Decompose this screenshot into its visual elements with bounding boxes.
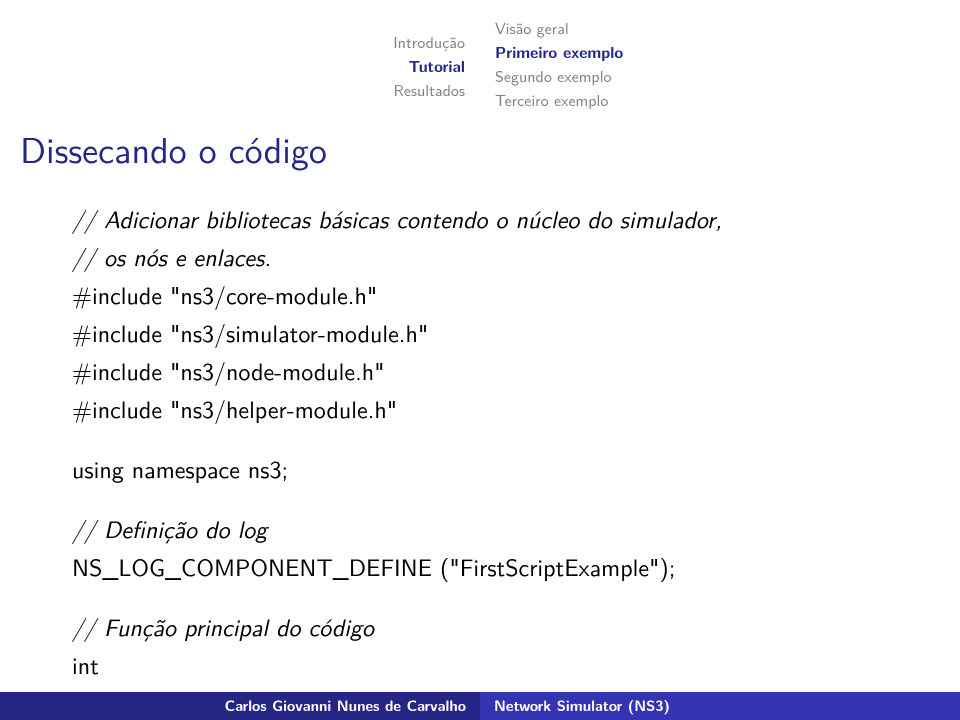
code-line: #include "ns3/helper-module.h" — [72, 390, 920, 428]
code-spacer — [72, 586, 920, 608]
code-line: using namespace ns3; — [72, 450, 920, 488]
code-line: // os nós e enlaces. — [72, 238, 920, 276]
nav-left-2[interactable]: Resultados — [393, 78, 465, 102]
code-line: // Função principal do código — [72, 608, 920, 646]
nav-sections: Introdução Tutorial Resultados — [393, 30, 465, 102]
code-line: // Adicionar bibliotecas básicas contend… — [72, 200, 920, 238]
nav-right-0[interactable]: Visão geral — [495, 16, 623, 40]
code-line: #include "ns3/simulator-module.h" — [72, 314, 920, 352]
code-line: #include "ns3/node-module.h" — [72, 352, 920, 390]
code-line: // Definição do log — [72, 510, 920, 548]
slide-title: Dissecando o código — [20, 122, 327, 175]
code-line: #include "ns3/core-module.h" — [72, 276, 920, 314]
nav-subsections: Visão geral Primeiro exemplo Segundo exe… — [495, 16, 623, 112]
nav-right-1[interactable]: Primeiro exemplo — [495, 40, 623, 64]
footer-author: Carlos Giovanni Nunes de Carvalho — [0, 692, 480, 720]
nav-right-2[interactable]: Segundo exemplo — [495, 64, 623, 88]
code-line: int — [72, 646, 920, 684]
footer-title: Network Simulator (NS3) — [480, 692, 960, 720]
code-block: // Adicionar bibliotecas básicas contend… — [72, 200, 920, 720]
slide-root: Introdução Tutorial Resultados Visão ger… — [0, 0, 960, 720]
code-spacer — [72, 428, 920, 450]
slide-footer: Carlos Giovanni Nunes de Carvalho Networ… — [0, 692, 960, 720]
nav-right-3[interactable]: Terceiro exemplo — [495, 88, 623, 112]
nav-left-1[interactable]: Tutorial — [393, 54, 465, 78]
code-spacer — [72, 488, 920, 510]
code-line: NS_LOG_COMPONENT_DEFINE ("FirstScriptExa… — [72, 548, 920, 586]
nav-left-0[interactable]: Introdução — [393, 30, 465, 54]
